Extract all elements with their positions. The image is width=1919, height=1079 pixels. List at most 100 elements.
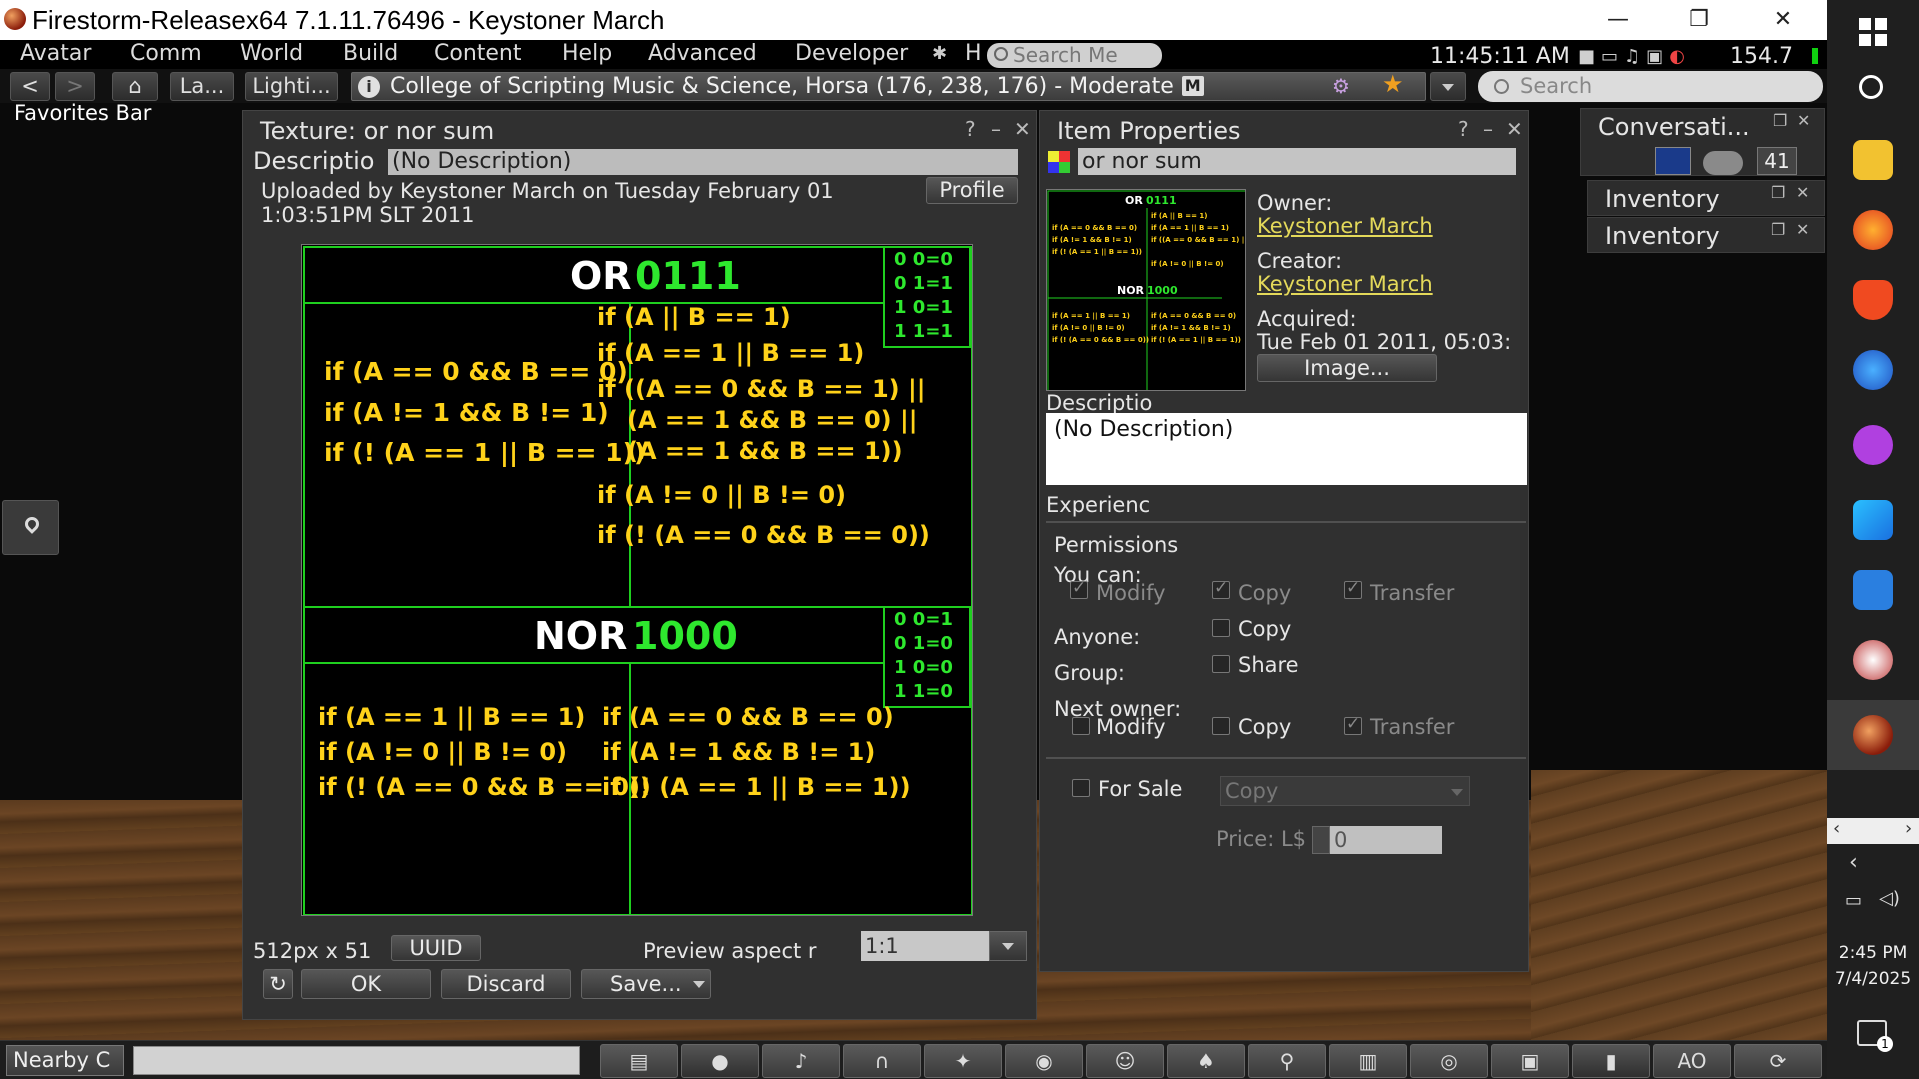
parcel-settings-icon[interactable]: ⚙	[1332, 73, 1350, 100]
menu-world[interactable]: World	[240, 40, 303, 68]
refresh-button[interactable]: ↻	[263, 969, 293, 999]
search-input[interactable]: Search	[1478, 71, 1823, 102]
brave-icon[interactable]	[1853, 280, 1893, 320]
next-owner-modify-checkbox[interactable]	[1072, 717, 1090, 735]
voice-button[interactable]: ♪	[762, 1044, 840, 1078]
conversations-button[interactable]: ●	[681, 1044, 759, 1078]
conversations-count[interactable]: 41	[1757, 147, 1797, 175]
next-owner-copy-checkbox[interactable]	[1212, 717, 1230, 735]
vscode-icon[interactable]	[1853, 570, 1893, 610]
texture-thumbnail[interactable]: OR 0111 NOR 1000 if (A == 0 && B == 0) i…	[1046, 189, 1246, 391]
snapshot-button[interactable]: ▣	[1491, 1044, 1569, 1078]
close-icon[interactable]: ✕	[1796, 220, 1809, 239]
chat-bubble-icon[interactable]	[1703, 151, 1743, 175]
location-dropdown-button[interactable]	[1430, 72, 1466, 101]
search-icon[interactable]	[1859, 75, 1883, 99]
map-pin-button[interactable]	[2, 500, 59, 555]
scroll-left-icon[interactable]: ‹	[1833, 818, 1840, 839]
restore-window-button[interactable]: ❐	[1679, 4, 1719, 36]
description-field[interactable]: (No Description)	[388, 149, 1018, 175]
you-can-modify-checkbox[interactable]	[1070, 578, 1088, 599]
landmarks-button[interactable]: La...	[170, 72, 234, 101]
chevron-left-icon[interactable]: ‹	[1849, 850, 1858, 875]
minimize-window-button[interactable]: —	[1598, 4, 1638, 36]
music-icon[interactable]: ♫	[1624, 46, 1646, 67]
discard-button[interactable]: Discard	[441, 969, 571, 999]
preview-aspect-dropdown[interactable]	[989, 931, 1027, 961]
menu-help[interactable]: Help	[562, 40, 612, 68]
taskbar-scrollbar[interactable]: ‹ ›	[1827, 818, 1919, 844]
anyone-copy-checkbox[interactable]	[1212, 619, 1230, 637]
conversations-floater[interactable]: Conversati... ❐ ✕ 41	[1580, 108, 1825, 176]
undock-icon[interactable]: ❐	[1773, 111, 1787, 130]
price-input[interactable]: 0	[1330, 826, 1442, 854]
preview-aspect-combo[interactable]: 1:1	[861, 931, 989, 961]
close-icon[interactable]: ✕	[1796, 183, 1809, 202]
nearby-chat-button[interactable]: Nearby C	[6, 1045, 124, 1076]
speak-button[interactable]: ∩	[843, 1044, 921, 1078]
ok-button[interactable]: OK	[301, 969, 431, 999]
volume-icon[interactable]: ◁)	[1879, 888, 1900, 909]
inventory-button[interactable]: ▮	[1572, 1044, 1650, 1078]
people-button[interactable]: ☺	[1086, 1044, 1164, 1078]
you-can-transfer-checkbox[interactable]	[1344, 578, 1362, 599]
close-window-button[interactable]: ✕	[1763, 4, 1803, 36]
owner-link[interactable]: Keystoner March	[1257, 214, 1433, 238]
radar-button[interactable]: ◎	[1410, 1044, 1488, 1078]
you-can-copy-checkbox[interactable]	[1212, 578, 1230, 599]
minimize-button[interactable]: –	[991, 117, 1001, 141]
firestorm-taskbar-icon[interactable]	[1853, 715, 1893, 755]
media-app-icon[interactable]	[1853, 425, 1893, 465]
description-textarea[interactable]: (No Description)	[1046, 413, 1527, 485]
notifications-icon[interactable]: 1	[1857, 1020, 1893, 1052]
file-explorer-icon[interactable]	[1853, 140, 1893, 180]
creator-link[interactable]: Keystoner March	[1257, 272, 1433, 296]
lighting-button[interactable]: Lighti...	[245, 72, 338, 101]
menu-comm[interactable]: Comm	[130, 40, 202, 68]
close-button[interactable]: ✕	[1506, 117, 1523, 141]
profile-button[interactable]: Profile	[926, 177, 1018, 204]
windows-start-icon[interactable]	[1859, 18, 1887, 46]
status-icons[interactable]: ■▭♫▣◐	[1578, 46, 1691, 67]
undock-icon[interactable]: ❐	[1771, 220, 1785, 239]
close-icon[interactable]: ✕	[1797, 111, 1810, 130]
firefox-icon[interactable]	[1853, 210, 1893, 250]
move-button[interactable]: ✦	[924, 1044, 1002, 1078]
conversation-thumbnail[interactable]	[1655, 147, 1691, 175]
info-icon[interactable]: i	[358, 76, 380, 98]
price-spinner[interactable]	[1312, 826, 1330, 854]
menu-developer[interactable]: Developer	[795, 40, 908, 68]
world-map-button[interactable]: ▥	[1329, 1044, 1407, 1078]
search-button[interactable]: ⚲	[1248, 1044, 1326, 1078]
group-share-checkbox[interactable]	[1212, 655, 1230, 673]
item-name-field[interactable]: or nor sum	[1078, 148, 1516, 175]
minimize-button[interactable]: –	[1483, 117, 1493, 141]
forward-button[interactable]: >	[55, 72, 95, 101]
app-w-icon[interactable]	[1853, 500, 1893, 540]
mute-icon[interactable]: ◐	[1669, 46, 1691, 67]
appearance-button[interactable]: ♠	[1167, 1044, 1245, 1078]
gestures-icon[interactable]: ✱	[932, 40, 947, 68]
chat-input[interactable]	[133, 1046, 580, 1075]
inventory-floater-2[interactable]: Inventory ❐ ✕	[1587, 217, 1825, 253]
active-app-highlight[interactable]	[1827, 700, 1919, 770]
favorite-star-icon[interactable]: ★	[1382, 73, 1404, 98]
uuid-button[interactable]: UUID	[391, 935, 481, 961]
help-button[interactable]: ?	[965, 117, 976, 141]
menu-avatar[interactable]: Avatar	[20, 40, 91, 68]
next-owner-transfer-checkbox[interactable]	[1344, 714, 1362, 735]
for-sale-checkbox[interactable]	[1072, 779, 1090, 797]
sale-type-combo[interactable]: Copy	[1220, 776, 1470, 806]
location-input[interactable]: i College of Scripting Music & Science, …	[351, 72, 1426, 101]
scroll-right-icon[interactable]: ›	[1905, 818, 1912, 839]
image-button[interactable]: Image...	[1257, 354, 1437, 382]
menu-advanced[interactable]: Advanced	[648, 40, 757, 68]
menu-content[interactable]: Content	[434, 40, 522, 68]
sync-button[interactable]: ⟳	[1734, 1044, 1822, 1078]
firefox-dev-icon[interactable]	[1853, 350, 1893, 390]
favorites-bar[interactable]: Favorites Bar	[14, 101, 151, 125]
inventory-floater[interactable]: Inventory ❐ ✕	[1587, 180, 1825, 216]
network-icon[interactable]: ▭	[1845, 890, 1862, 911]
menu-build[interactable]: Build	[343, 40, 398, 68]
save-button[interactable]: Save...	[581, 969, 711, 999]
